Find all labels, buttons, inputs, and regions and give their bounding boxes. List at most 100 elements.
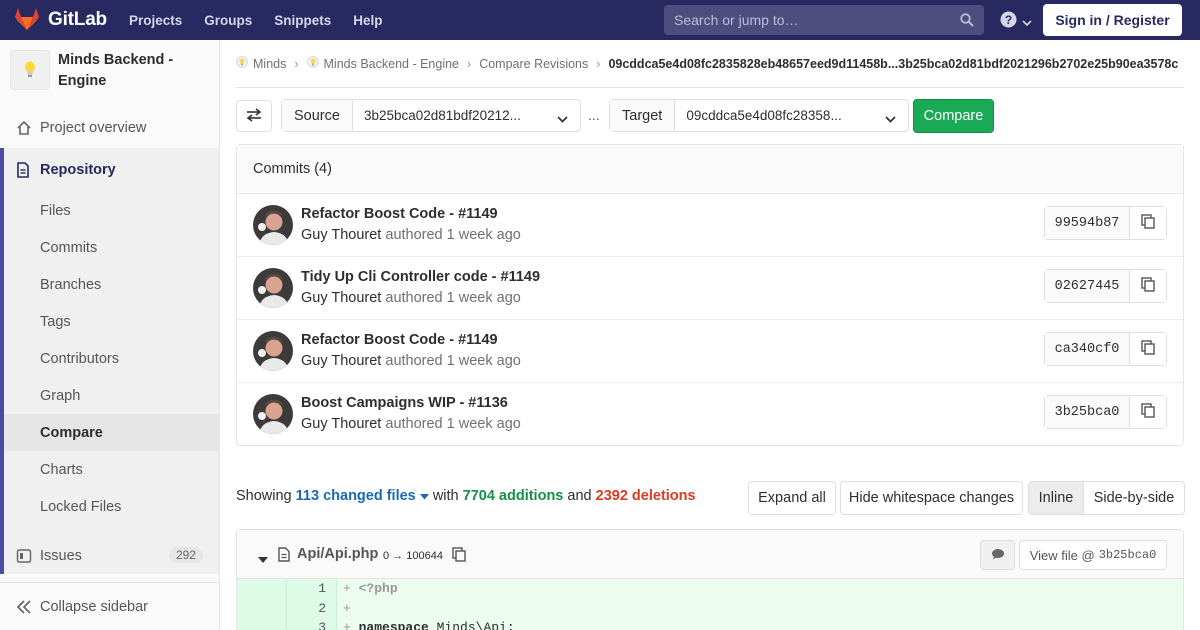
breadcrumb-label: Minds Backend - Engine (323, 56, 460, 71)
sidebar-item-files[interactable]: Files (0, 192, 219, 229)
deletions-count: 2392 deletions (595, 488, 696, 504)
project-header[interactable]: Minds Backend - Engine (10, 50, 208, 92)
sidebar-item-repository[interactable]: Repository (0, 148, 219, 192)
nav-link-snippets[interactable]: Snippets (274, 13, 331, 28)
nav-link-help[interactable]: Help (353, 13, 382, 28)
commit-title[interactable]: Boost Campaigns WIP - #1136 (301, 395, 508, 411)
diff-line: 2 + (237, 598, 1183, 618)
avatar[interactable] (253, 268, 293, 308)
lightbulb-icon (23, 60, 37, 81)
commit-meta: Guy Thouret authored 1 week ago (301, 227, 521, 243)
project-sidebar: Minds Backend - Engine Project overview … (0, 40, 220, 630)
compare-button[interactable]: Compare (913, 99, 994, 133)
collapse-file-toggle[interactable] (258, 551, 268, 567)
expand-all-button[interactable]: Expand all (748, 481, 836, 515)
sidebar-item-compare[interactable]: Compare (4, 414, 219, 451)
breadcrumb-item-project[interactable]: Minds Backend - Engine (306, 56, 460, 71)
file-path[interactable]: Api/Api.php (297, 546, 378, 562)
side-by-side-view-button[interactable]: Side-by-side (1084, 482, 1184, 514)
help-dropdown[interactable]: ? (1000, 11, 1032, 31)
gitlab-logo-icon (14, 7, 40, 34)
sidebar-item-label: Repository (40, 162, 116, 178)
commit-sha-group: 99594b87 (1044, 206, 1167, 240)
commit-sha-group: ca340cf0 (1044, 332, 1167, 366)
source-ref-selector[interactable]: Source 3b25bca02d81bdf20212... (281, 99, 581, 132)
commit-sha-link[interactable]: 02627445 (1045, 270, 1130, 302)
project-avatar (10, 50, 50, 90)
swap-arrows-icon (246, 107, 262, 125)
code-text: Minds\Api; (428, 620, 515, 630)
commit-time: 1 week ago (446, 416, 521, 432)
commit-title[interactable]: Tidy Up Cli Controller code - #1149 (301, 269, 540, 285)
commit-title[interactable]: Refactor Boost Code - #1149 (301, 206, 498, 222)
collapse-sidebar-button[interactable]: Collapse sidebar (0, 582, 219, 630)
commit-action: authored (385, 227, 443, 243)
inline-view-button[interactable]: Inline (1029, 482, 1084, 514)
avatar[interactable] (253, 205, 293, 245)
sidebar-item-branches[interactable]: Branches (0, 266, 219, 303)
file-mode-change: 0 → 100644 (383, 550, 443, 562)
breadcrumb-item-compare[interactable]: Compare Revisions (479, 57, 588, 71)
source-ref-dropdown[interactable]: 3b25bca02d81bdf20212... (353, 100, 580, 131)
additions-count: 7704 additions (462, 488, 564, 504)
sidebar-item-label: Files (40, 202, 71, 219)
gitlab-brand[interactable]: GitLab (14, 0, 107, 40)
breadcrumb: Minds › Minds Backend - Engine › Compare… (236, 56, 1178, 71)
swap-revisions-button[interactable] (236, 100, 272, 132)
lightbulb-icon (306, 56, 319, 71)
nav-link-groups[interactable]: Groups (204, 13, 252, 28)
commit-sha-link[interactable]: 3b25bca0 (1045, 396, 1130, 428)
sidebar-item-label: Graph (40, 387, 81, 404)
copy-sha-button[interactable] (1130, 396, 1166, 428)
file-header: Api/Api.php 0 → 100644 View file @ 3b25b… (237, 530, 1183, 579)
double-chevron-left-icon (16, 600, 32, 618)
copy-icon (1141, 403, 1155, 421)
changed-files-dropdown[interactable]: 113 changed files (296, 488, 429, 504)
target-ref-dropdown[interactable]: 09cddca5e4d08fc28358... (675, 100, 908, 131)
commit-sha-link[interactable]: 99594b87 (1045, 207, 1130, 239)
commit-sha-link[interactable]: ca340cf0 (1045, 333, 1130, 365)
commit-time: 1 week ago (446, 290, 521, 306)
commit-author[interactable]: Guy Thouret (301, 290, 381, 306)
sidebar-item-contributors[interactable]: Contributors (0, 340, 219, 377)
nav-link-projects[interactable]: Projects (129, 13, 182, 28)
commit-author[interactable]: Guy Thouret (301, 353, 381, 369)
new-line-number[interactable]: 2 (287, 598, 337, 618)
commit-action: authored (385, 290, 443, 306)
search-box[interactable] (664, 5, 984, 35)
search-input[interactable] (674, 12, 954, 28)
sidebar-item-commits[interactable]: Commits (0, 229, 219, 266)
commit-row: Refactor Boost Code - #1149 Guy Thouret a… (237, 194, 1183, 257)
changed-files-label: 113 changed files (295, 488, 416, 504)
breadcrumb-current[interactable]: 09cddca5e4d08fc2835828eb48657eed9d11458b… (608, 57, 1178, 71)
new-line-number[interactable]: 3 (287, 618, 337, 630)
file-diff: Api/Api.php 0 → 100644 View file @ 3b25b… (236, 529, 1184, 630)
view-file-label: View file @ (1029, 547, 1095, 563)
sidebar-item-tags[interactable]: Tags (0, 303, 219, 340)
avatar[interactable] (253, 331, 293, 371)
sidebar-item-locked-files[interactable]: Locked Files (0, 488, 219, 525)
view-file-button[interactable]: View file @ 3b25bca0 (1019, 540, 1167, 570)
avatar[interactable] (253, 394, 293, 434)
copy-sha-button[interactable] (1130, 207, 1166, 239)
sidebar-item-project-overview[interactable]: Project overview (0, 106, 219, 150)
svg-text:?: ? (1005, 13, 1012, 27)
toggle-comments-button[interactable] (980, 540, 1015, 570)
commit-title[interactable]: Refactor Boost Code - #1149 (301, 332, 498, 348)
sidebar-item-charts[interactable]: Charts (0, 451, 219, 488)
hide-whitespace-button[interactable]: Hide whitespace changes (840, 481, 1023, 515)
commit-author[interactable]: Guy Thouret (301, 416, 381, 432)
comment-icon (991, 547, 1005, 563)
breadcrumb-item-minds[interactable]: Minds (236, 56, 286, 71)
copy-icon[interactable] (452, 547, 466, 565)
old-line-number (237, 598, 287, 618)
copy-sha-button[interactable] (1130, 333, 1166, 365)
copy-sha-button[interactable] (1130, 270, 1166, 302)
sidebar-item-issues[interactable]: Issues 292 (0, 537, 219, 574)
commit-author[interactable]: Guy Thouret (301, 227, 381, 243)
sidebar-item-graph[interactable]: Graph (0, 377, 219, 414)
copy-icon (1141, 340, 1155, 358)
sign-in-button[interactable]: Sign in / Register (1043, 4, 1182, 36)
new-line-number[interactable]: 1 (287, 579, 337, 599)
target-ref-selector[interactable]: Target 09cddca5e4d08fc28358... (609, 99, 909, 132)
